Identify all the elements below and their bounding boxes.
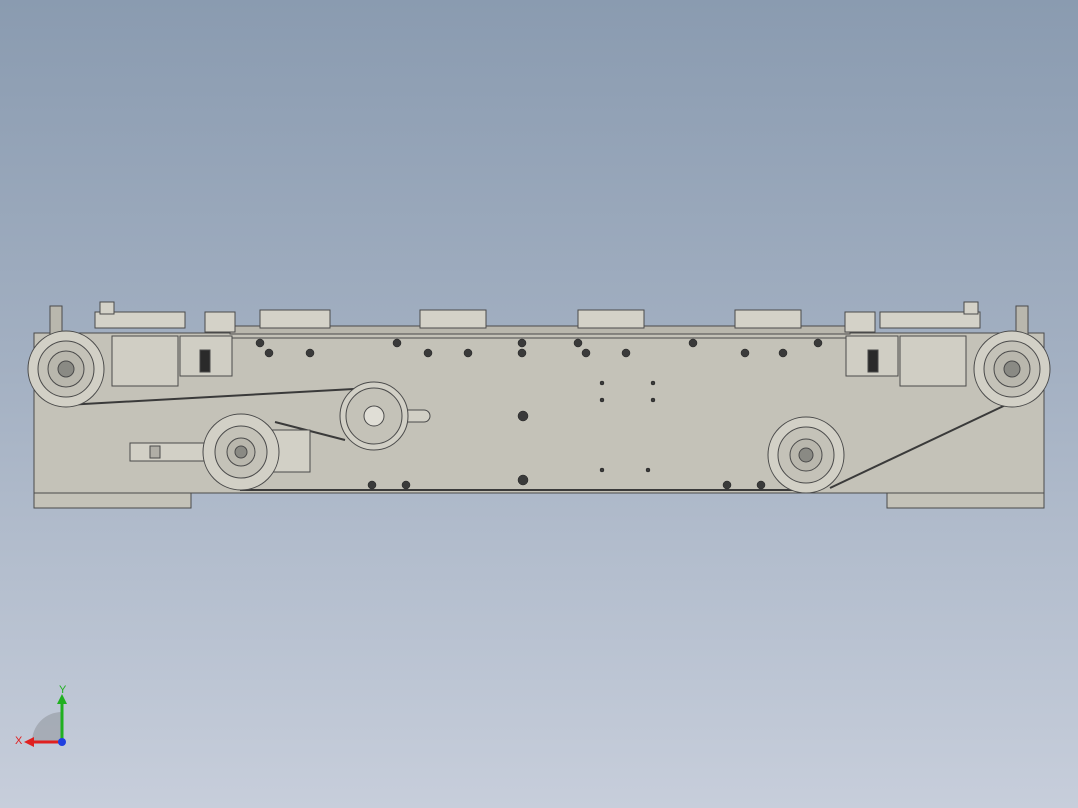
left-end-pulley	[27, 330, 105, 408]
tension-pulley	[767, 416, 845, 494]
y-axis-label: Y	[59, 684, 67, 696]
right-foot	[886, 492, 1045, 509]
left-side-block	[111, 335, 179, 387]
left-foot	[33, 492, 192, 509]
cad-viewport[interactable]: Y X	[0, 0, 1078, 808]
right-end-pulley	[973, 330, 1051, 408]
conveyor-assembly-model[interactable]	[0, 0, 1078, 808]
x-axis-label: X	[15, 735, 23, 747]
axis-triad: Y X	[15, 684, 67, 747]
right-side-block	[899, 335, 967, 387]
